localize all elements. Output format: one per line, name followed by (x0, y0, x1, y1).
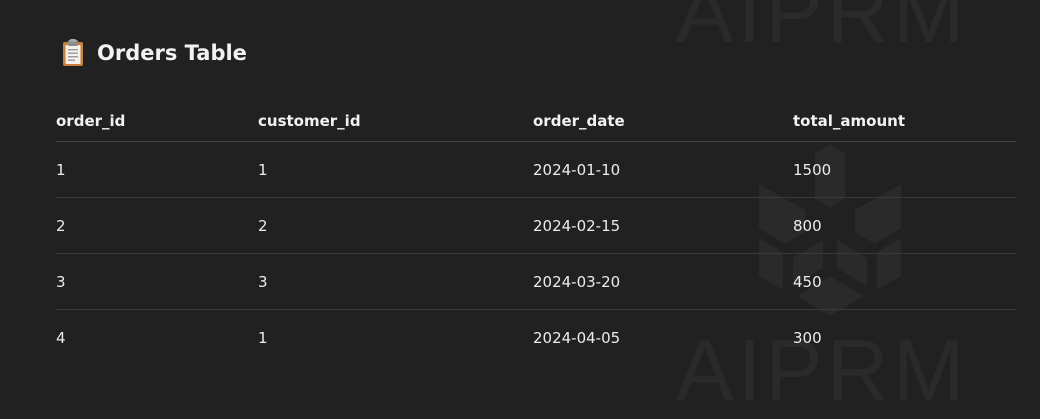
watermark-text-top: AIPRM (676, 0, 969, 61)
table-row: 2 2 2024-02-15 800 (56, 197, 1016, 254)
column-header-customer-id: customer_id (258, 101, 533, 142)
orders-table: order_id customer_id order_date total_am… (56, 101, 1016, 365)
cell-order-id: 2 (56, 197, 258, 254)
table-header-row: order_id customer_id order_date total_am… (56, 101, 1016, 142)
clipboard-icon (63, 39, 83, 66)
cell-total-amount: 450 (793, 253, 1016, 310)
cell-order-date: 2024-01-10 (533, 141, 793, 198)
cell-customer-id: 3 (258, 253, 533, 310)
cell-total-amount: 1500 (793, 141, 1016, 198)
cell-total-amount: 800 (793, 197, 1016, 254)
column-header-order-date: order_date (533, 101, 793, 142)
table-row: 4 1 2024-04-05 300 (56, 310, 1016, 366)
cell-order-date: 2024-04-05 (533, 328, 621, 347)
column-header-order-id: order_id (56, 101, 258, 142)
cell-order-date: 2024-03-20 (533, 253, 793, 310)
cell-order-id: 1 (56, 141, 258, 198)
page-title: Orders Table (97, 41, 247, 65)
cell-customer-id: 1 (258, 328, 268, 347)
cell-customer-id: 2 (258, 197, 533, 254)
table-row: 3 3 2024-03-20 450 (56, 253, 1016, 310)
cell-order-id: 4 (56, 328, 66, 347)
cell-order-id: 3 (56, 253, 258, 310)
cell-order-date: 2024-02-15 (533, 197, 793, 254)
cell-total-amount: 300 (793, 328, 822, 347)
page-heading: Orders Table (62, 36, 247, 70)
column-header-total-amount: total_amount (793, 101, 1016, 142)
table-row: 1 1 2024-01-10 1500 (56, 141, 1016, 198)
cell-customer-id: 1 (258, 141, 533, 198)
